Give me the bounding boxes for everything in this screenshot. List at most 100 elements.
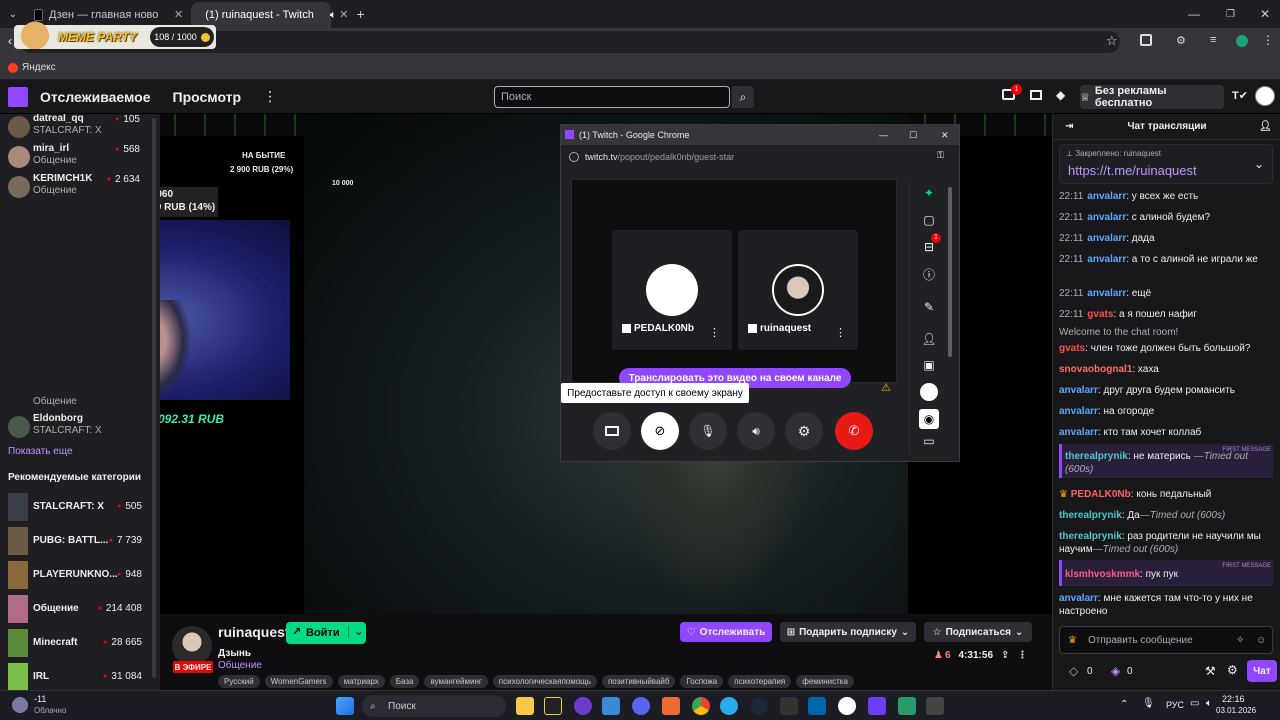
share-icon[interactable]: ⇪ — [1001, 650, 1009, 661]
nav-following[interactable]: Отслеживаемое — [40, 89, 151, 105]
category-row[interactable]: PUBG: BATTL... 7 739 — [0, 524, 160, 558]
category-row[interactable]: Общение 214 408 — [0, 592, 160, 626]
vscode-icon[interactable] — [808, 697, 826, 715]
bookmark-yandex[interactable]: Яндекс — [22, 62, 56, 73]
sparkle-icon[interactable]: ✧ — [1236, 635, 1244, 646]
bits-icon[interactable]: ◈ — [1111, 664, 1120, 678]
rail-messages[interactable]: ▣ — [919, 355, 939, 375]
rail-guest-star[interactable]: ◉ — [919, 409, 939, 429]
twitch-logo-icon[interactable] — [8, 86, 28, 107]
chat-send-button[interactable]: Чат — [1247, 660, 1277, 682]
steam-icon[interactable] — [750, 697, 768, 715]
show-more-link[interactable]: Показать еще — [8, 446, 73, 457]
guest-tile[interactable]: PEDALK0Nb ⋮ — [612, 230, 732, 350]
username[interactable]: anvalarr — [1087, 288, 1126, 299]
more-options-icon[interactable]: ⋮ — [835, 326, 846, 339]
tag[interactable]: феминистка — [796, 675, 854, 688]
username[interactable]: snovaobognal1 — [1059, 364, 1132, 375]
app-icon[interactable] — [898, 697, 916, 715]
username[interactable]: therealprynik — [1059, 510, 1122, 521]
app-icon[interactable] — [632, 697, 650, 715]
user-avatar[interactable] — [1255, 86, 1275, 106]
bits-icon[interactable]: ◆ — [1056, 88, 1065, 102]
username[interactable]: PEDALK0Nb — [1071, 489, 1131, 500]
username[interactable]: anvalarr — [1087, 254, 1126, 265]
guest-tile[interactable]: ruinaquest ⋮ — [738, 230, 858, 350]
chevron-down-icon[interactable]: ⌄ — [348, 625, 363, 638]
enter-button[interactable]: ↗ Войти ⌄ — [286, 622, 366, 644]
chat-input[interactable]: ♛ Отправить сообщение ✧ ☺ — [1059, 626, 1273, 654]
tag[interactable]: психотерапия — [728, 675, 792, 688]
tray-chevron-icon[interactable]: ⌃ — [1120, 699, 1128, 710]
key-icon[interactable]: ⚿ — [937, 150, 944, 161]
tag[interactable]: Госпожа — [680, 675, 724, 688]
microphone-button[interactable]: 🎙︎ — [689, 412, 727, 450]
username[interactable]: therealprynik — [1059, 531, 1122, 542]
maximize-icon[interactable]: ☐ — [909, 130, 917, 141]
pinned-link[interactable]: https://t.me/ruinaquest — [1068, 163, 1197, 178]
browser-menu-icon[interactable]: ⋮ — [1262, 33, 1274, 47]
weather-icon[interactable] — [12, 697, 28, 713]
category-row[interactable]: IRL 31 084 — [0, 660, 160, 690]
close-icon[interactable]: ✕ — [339, 8, 348, 21]
fire-icon[interactable]: ⚒ — [1205, 664, 1216, 678]
username[interactable]: anvalarr — [1087, 212, 1126, 223]
points-icon[interactable]: ◇ — [1069, 664, 1078, 678]
nav-browse[interactable]: Просмотр — [173, 89, 242, 105]
tag[interactable]: психологическаяпомощь — [492, 675, 597, 688]
username[interactable]: therealprynik — [1065, 451, 1128, 462]
gear-icon[interactable]: ⚙ — [1227, 663, 1238, 677]
store-icon[interactable] — [602, 697, 620, 715]
search-button[interactable]: ⌕ — [732, 86, 754, 108]
collapse-icon[interactable]: ⇥ — [1065, 121, 1073, 132]
close-icon[interactable]: ✕ — [174, 8, 183, 21]
stream-category[interactable]: Общение — [218, 660, 262, 671]
rail-chat-bubble[interactable]: ▭ — [919, 431, 939, 451]
more-icon[interactable]: ⋮ — [1017, 650, 1027, 661]
guest-star-popup-window[interactable]: (1) Twitch - Google Chrome — ☐ ✕ twitch.… — [560, 124, 960, 462]
gift-sub-button[interactable]: ⊞ Подарить подписку ⌄ — [780, 622, 916, 642]
rail-inbox[interactable]: ⊟ 1 — [919, 233, 941, 257]
more-options-icon[interactable]: ⋮ — [709, 326, 720, 339]
clock-time[interactable]: 22:16 — [1222, 694, 1245, 704]
extensions-icon[interactable] — [1140, 34, 1152, 46]
username[interactable]: anvalarr — [1059, 385, 1098, 396]
tag[interactable]: позитивныйвайб — [601, 675, 676, 688]
username[interactable]: klsmhvoskmmk — [1065, 569, 1140, 580]
users-icon[interactable]: 👤︎ — [1259, 121, 1272, 132]
chrome-icon[interactable] — [692, 697, 710, 715]
category-row[interactable]: Minecraft 28 665 — [0, 626, 160, 660]
camera-off-button[interactable]: ⊘ — [641, 412, 679, 450]
bookmark-star-icon[interactable]: ☆ — [1106, 33, 1118, 49]
files-icon[interactable] — [516, 697, 534, 715]
start-icon[interactable] — [336, 697, 354, 715]
popup-scrollbar[interactable] — [948, 187, 952, 357]
settings-button[interactable]: ⚙ — [785, 412, 823, 450]
username[interactable]: gvats — [1087, 309, 1113, 320]
close-icon[interactable]: ✕ — [941, 130, 949, 141]
tag[interactable]: матриарх — [337, 675, 385, 688]
tag[interactable]: вумангейминг — [424, 675, 488, 688]
category-row[interactable]: PLAYERUNKNO... 948 — [0, 558, 160, 592]
tag[interactable]: WomenGamers — [264, 675, 333, 688]
media-icon[interactable]: ≡ — [1210, 34, 1216, 46]
site-info-icon[interactable] — [569, 152, 579, 162]
language-indicator[interactable]: РУС — [1166, 700, 1184, 710]
app-icon[interactable] — [780, 697, 798, 715]
volume-icon[interactable]: 🔈︎ — [1206, 698, 1212, 709]
minimize-icon[interactable]: — — [1188, 7, 1200, 21]
network-icon[interactable]: ▭ — [1190, 698, 1199, 709]
no-ads-button[interactable]: ♕ Без рекламы бесплатно — [1080, 85, 1224, 109]
minimize-icon[interactable]: — — [879, 130, 888, 140]
username[interactable]: anvalarr — [1087, 233, 1126, 244]
speaker-button[interactable]: 🔊︎ — [737, 412, 775, 450]
search-input[interactable]: Поиск — [494, 86, 730, 108]
sidebar-scrollbar[interactable] — [152, 118, 156, 678]
app-icon[interactable] — [926, 697, 944, 715]
app-icon[interactable] — [868, 697, 886, 715]
app-icon[interactable] — [544, 697, 562, 715]
close-window-icon[interactable]: ✕ — [1260, 7, 1270, 21]
rail-chat[interactable]: ▢ — [919, 210, 939, 230]
channel-avatar[interactable] — [172, 626, 212, 666]
sidebar-channel[interactable]: KERIMCH1K Общение 2 634 — [0, 170, 160, 204]
